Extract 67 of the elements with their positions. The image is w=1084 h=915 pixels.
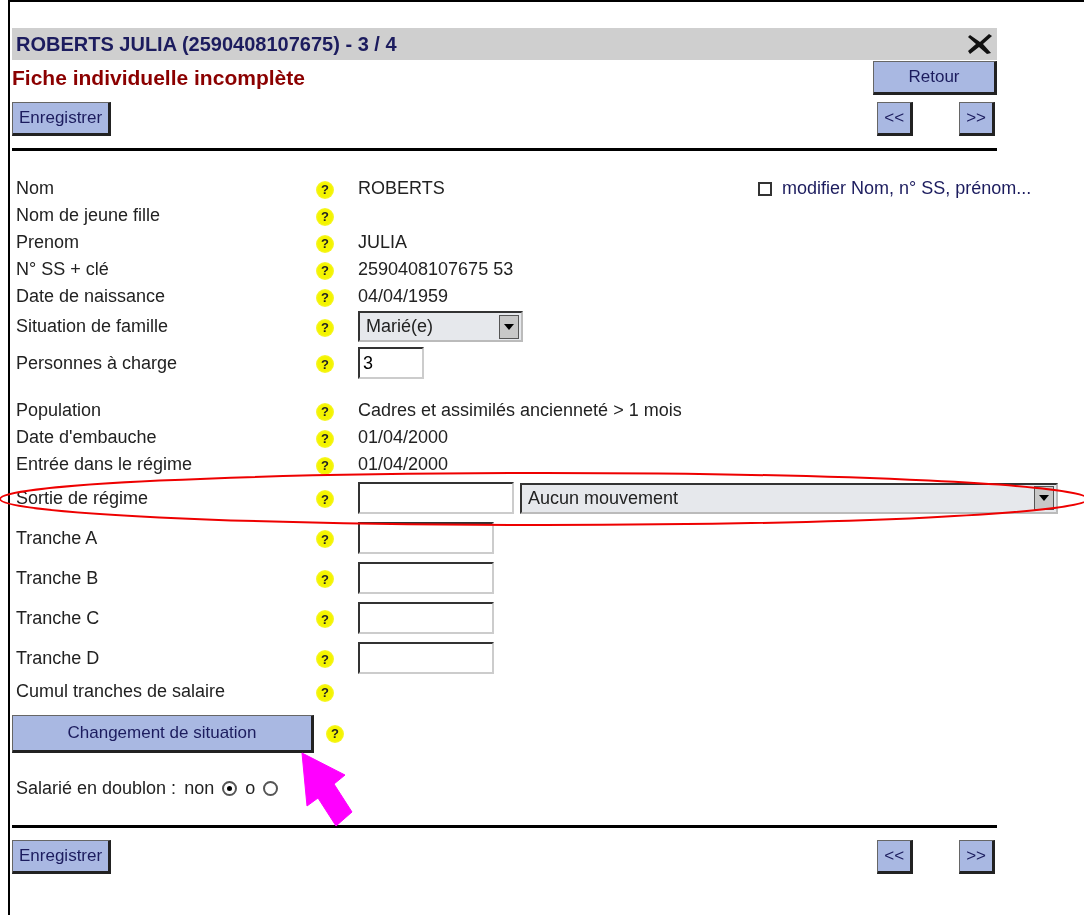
help-icon[interactable]: ? (316, 650, 334, 669)
field-value: ROBERTS (358, 177, 445, 200)
field-label: Tranche B (15, 566, 100, 590)
situation-button[interactable]: Changement de situation (12, 715, 314, 753)
previous-button[interactable]: << (877, 102, 914, 136)
field-label: Entrée dans le régime (15, 453, 194, 476)
field-label: Personnes à charge (15, 351, 179, 375)
field-value: 01/04/2000 (358, 426, 449, 449)
field-value: Cadres et assimilés ancienneté > 1 mois (358, 399, 682, 422)
field-label: N° SS + clé (15, 258, 110, 281)
radio-button[interactable] (222, 780, 238, 796)
close-icon[interactable] (967, 33, 993, 55)
input-field[interactable] (358, 562, 494, 594)
dropdown-field[interactable]: Aucun mouvement (520, 482, 1058, 514)
help-icon[interactable]: ? (316, 402, 334, 421)
help-icon[interactable]: ? (316, 288, 334, 307)
field-label: Population (15, 399, 103, 422)
field-label: Tranche D (15, 646, 101, 670)
form-subtitle: Fiche individuelle incomplète (12, 65, 305, 92)
input-field[interactable] (358, 482, 514, 514)
next-button[interactable]: >> (959, 102, 995, 136)
window-title: ROBERTS JULIA (2590408107675) - 3 / 4 (16, 32, 397, 57)
field-value: 04/04/1959 (358, 285, 449, 308)
input-field[interactable]: 3 (358, 347, 424, 379)
field-value: 01/04/2000 (358, 453, 449, 476)
help-icon[interactable]: ? (316, 683, 334, 702)
help-icon[interactable]: ? (316, 234, 334, 253)
input-field[interactable] (358, 642, 494, 674)
help-icon[interactable]: ? (316, 429, 334, 448)
field-label: Tranche C (15, 606, 101, 630)
radio-button[interactable] (263, 780, 279, 796)
field-label: Situation de famille (15, 315, 170, 338)
field-label: Nom (15, 177, 55, 200)
help-icon[interactable]: ? (316, 180, 334, 199)
help-icon[interactable]: ? (316, 318, 334, 337)
checkbox[interactable] (758, 181, 772, 196)
field-label: Cumul tranches de salaire (15, 680, 227, 703)
field-value: JULIA (358, 231, 408, 254)
help-icon[interactable]: ? (316, 456, 334, 475)
field-value: 2590408107675 53 (358, 258, 514, 281)
next-button[interactable]: >> (959, 840, 995, 874)
input-field[interactable] (358, 522, 494, 554)
help-icon[interactable]: ? (316, 207, 334, 226)
previous-button[interactable]: << (877, 840, 914, 874)
help-icon[interactable]: ? (316, 490, 334, 509)
help-icon[interactable]: ? (316, 530, 334, 549)
back-button[interactable]: Retour (873, 61, 997, 95)
field-label: Prenom (15, 231, 81, 254)
radio-label: non (184, 776, 215, 800)
field-label: Tranche A (15, 526, 99, 550)
input-field[interactable] (358, 602, 494, 634)
field-label: Date de naissance (15, 285, 167, 308)
field-label: Salarié en doublon : (16, 776, 177, 800)
help-icon[interactable]: ? (326, 725, 344, 743)
radio-label: o (245, 776, 256, 800)
save-button[interactable]: Enregistrer (12, 840, 112, 874)
help-icon[interactable]: ? (316, 261, 334, 280)
dropdown-field[interactable]: Marié(e) (358, 311, 523, 342)
help-icon[interactable]: ? (316, 610, 334, 629)
field-label: Nom de jeune fille (15, 204, 162, 227)
help-icon[interactable]: ? (316, 355, 334, 374)
help-icon[interactable]: ? (316, 570, 334, 589)
save-button[interactable]: Enregistrer (12, 102, 112, 136)
cursor-arrow-icon (301, 752, 353, 827)
checkbox-label: modifier Nom, n° SS, prénom... (782, 177, 1032, 200)
field-label: Sortie de régime (15, 486, 150, 510)
field-label: Date d'embauche (15, 426, 158, 449)
